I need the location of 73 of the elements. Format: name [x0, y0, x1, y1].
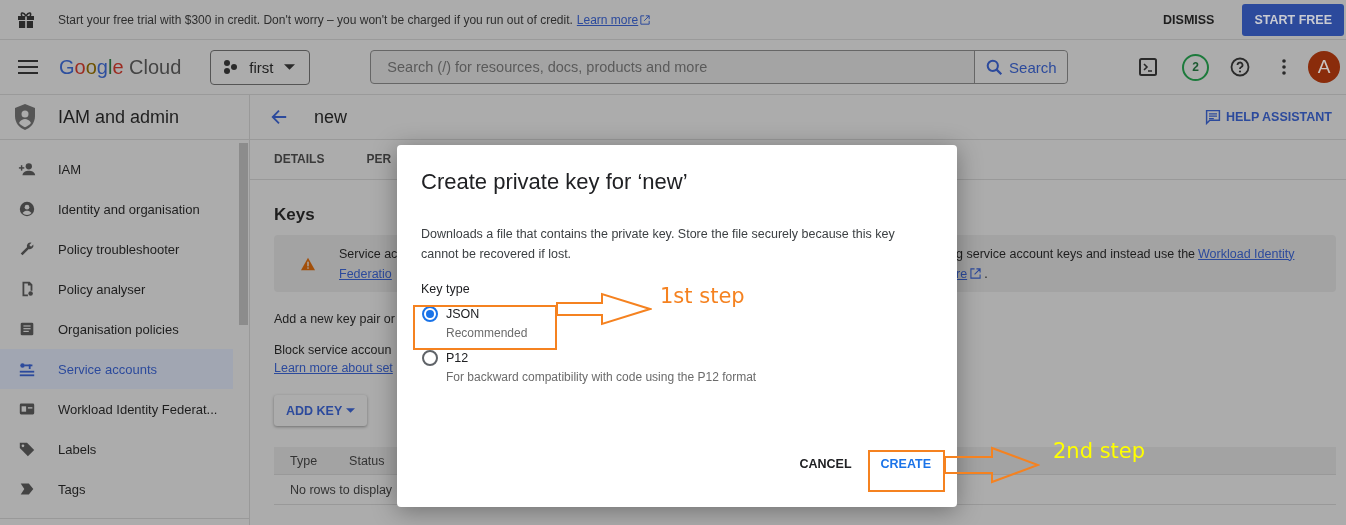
column-header: Type [290, 453, 318, 468]
add-key-text: Add a new key pair or [274, 312, 395, 326]
account-avatar[interactable]: A [1308, 51, 1340, 83]
notification-count[interactable]: 2 [1182, 53, 1209, 81]
section-heading: Keys [274, 205, 316, 225]
sidebar-item[interactable]: Labels [0, 429, 233, 469]
create-button[interactable]: CREATE [874, 449, 937, 479]
external-link-icon [970, 268, 982, 279]
warning-icon [300, 256, 316, 271]
warning-text: g service account keys and instead use the [956, 245, 1196, 263]
list-icon [18, 320, 36, 338]
annotation-text: 1st step [660, 284, 745, 308]
period: . [984, 265, 988, 283]
person-icon [18, 200, 36, 218]
annotation-text: 2nd step [1053, 439, 1146, 463]
key-type-label: Key type [421, 282, 470, 296]
tab[interactable]: DETAILS [274, 139, 325, 180]
option-hint: Recommended [446, 326, 528, 340]
tag-icon [18, 440, 36, 458]
sidebar-item[interactable]: Policy troubleshooter [0, 229, 233, 269]
google-cloud-logo[interactable]: Google Cloud [59, 55, 182, 79]
federation-link[interactable]: Federatio [339, 263, 398, 284]
scrollbar-thumb[interactable] [239, 143, 248, 325]
radio-button[interactable] [422, 306, 438, 322]
help-icon[interactable] [1230, 57, 1250, 77]
sidebar-item[interactable]: Tags [0, 469, 233, 509]
option-label[interactable]: P12 [446, 351, 469, 365]
dialog-title: Create private key for ‘new’ [421, 169, 688, 195]
chat-icon [1204, 109, 1221, 125]
menu-icon[interactable] [18, 60, 38, 74]
caret-icon [346, 408, 356, 413]
learn-more-link[interactable]: Learn more [576, 12, 651, 27]
start-free-button[interactable]: START FREE [1242, 3, 1344, 36]
sidebar-item[interactable]: Workload Identity Federat... [0, 389, 233, 429]
radio-button[interactable] [422, 350, 438, 366]
person-add-icon [18, 160, 36, 178]
dismiss-button[interactable]: DISMISS [1163, 12, 1215, 27]
dots-icon [223, 59, 240, 75]
learn-more-link[interactable]: re [956, 263, 968, 284]
column-header: Status [349, 453, 385, 468]
search-button[interactable]: Search [974, 51, 1068, 83]
sidebar-item[interactable]: Service accounts [0, 349, 233, 389]
back-arrow-icon[interactable] [270, 108, 288, 126]
sidebar-item[interactable]: Policy analyser [0, 269, 233, 309]
help-assistant-button[interactable]: HELP ASSISTANT [1204, 109, 1332, 125]
learn-more-link[interactable]: Learn more about set [274, 361, 393, 375]
dialog-description: Downloads a file that contains the private key. Store the file securely because this key cannot be recovered if lost. [421, 226, 896, 263]
trial-message: Start your free trial with $300 in credit. Don't worry – you won't be charged if you run out of credit. [58, 12, 573, 27]
tab[interactable]: PER [366, 139, 392, 180]
external-link-icon [640, 14, 651, 25]
sidebar-title: IAM and admin [58, 106, 180, 128]
workload-identity-link[interactable]: Workload Identity [1198, 243, 1295, 264]
warning-text: Service ac [339, 245, 398, 263]
wrench-icon [18, 240, 36, 258]
empty-table-message: No rows to display [290, 482, 393, 497]
option-hint: For backward compatibility with code using the P12 format [446, 370, 757, 384]
search-icon [986, 58, 1004, 76]
caret-icon [283, 64, 295, 70]
sidebar-item[interactable]: IAM [0, 149, 233, 189]
gift-icon [16, 9, 36, 30]
more-icon[interactable] [1282, 59, 1286, 75]
sidebar-item[interactable]: Identity and organisation [0, 189, 233, 229]
add-key-button[interactable]: ADD KEY [274, 395, 368, 426]
option-label[interactable]: JSON [446, 307, 480, 321]
block-keys-text: Block service accoun [274, 343, 392, 357]
shield-icon [13, 103, 37, 131]
sidebar-item[interactable]: Organisation policies [0, 309, 233, 349]
page-title: new [314, 106, 348, 128]
search-field[interactable]: Search (/) for resources, docs, products and more Search [370, 50, 1069, 84]
terminal-icon[interactable] [1138, 57, 1158, 77]
cancel-button[interactable]: CANCEL [790, 449, 861, 479]
project-picker[interactable]: first [210, 49, 311, 85]
key-card-icon [18, 360, 36, 378]
